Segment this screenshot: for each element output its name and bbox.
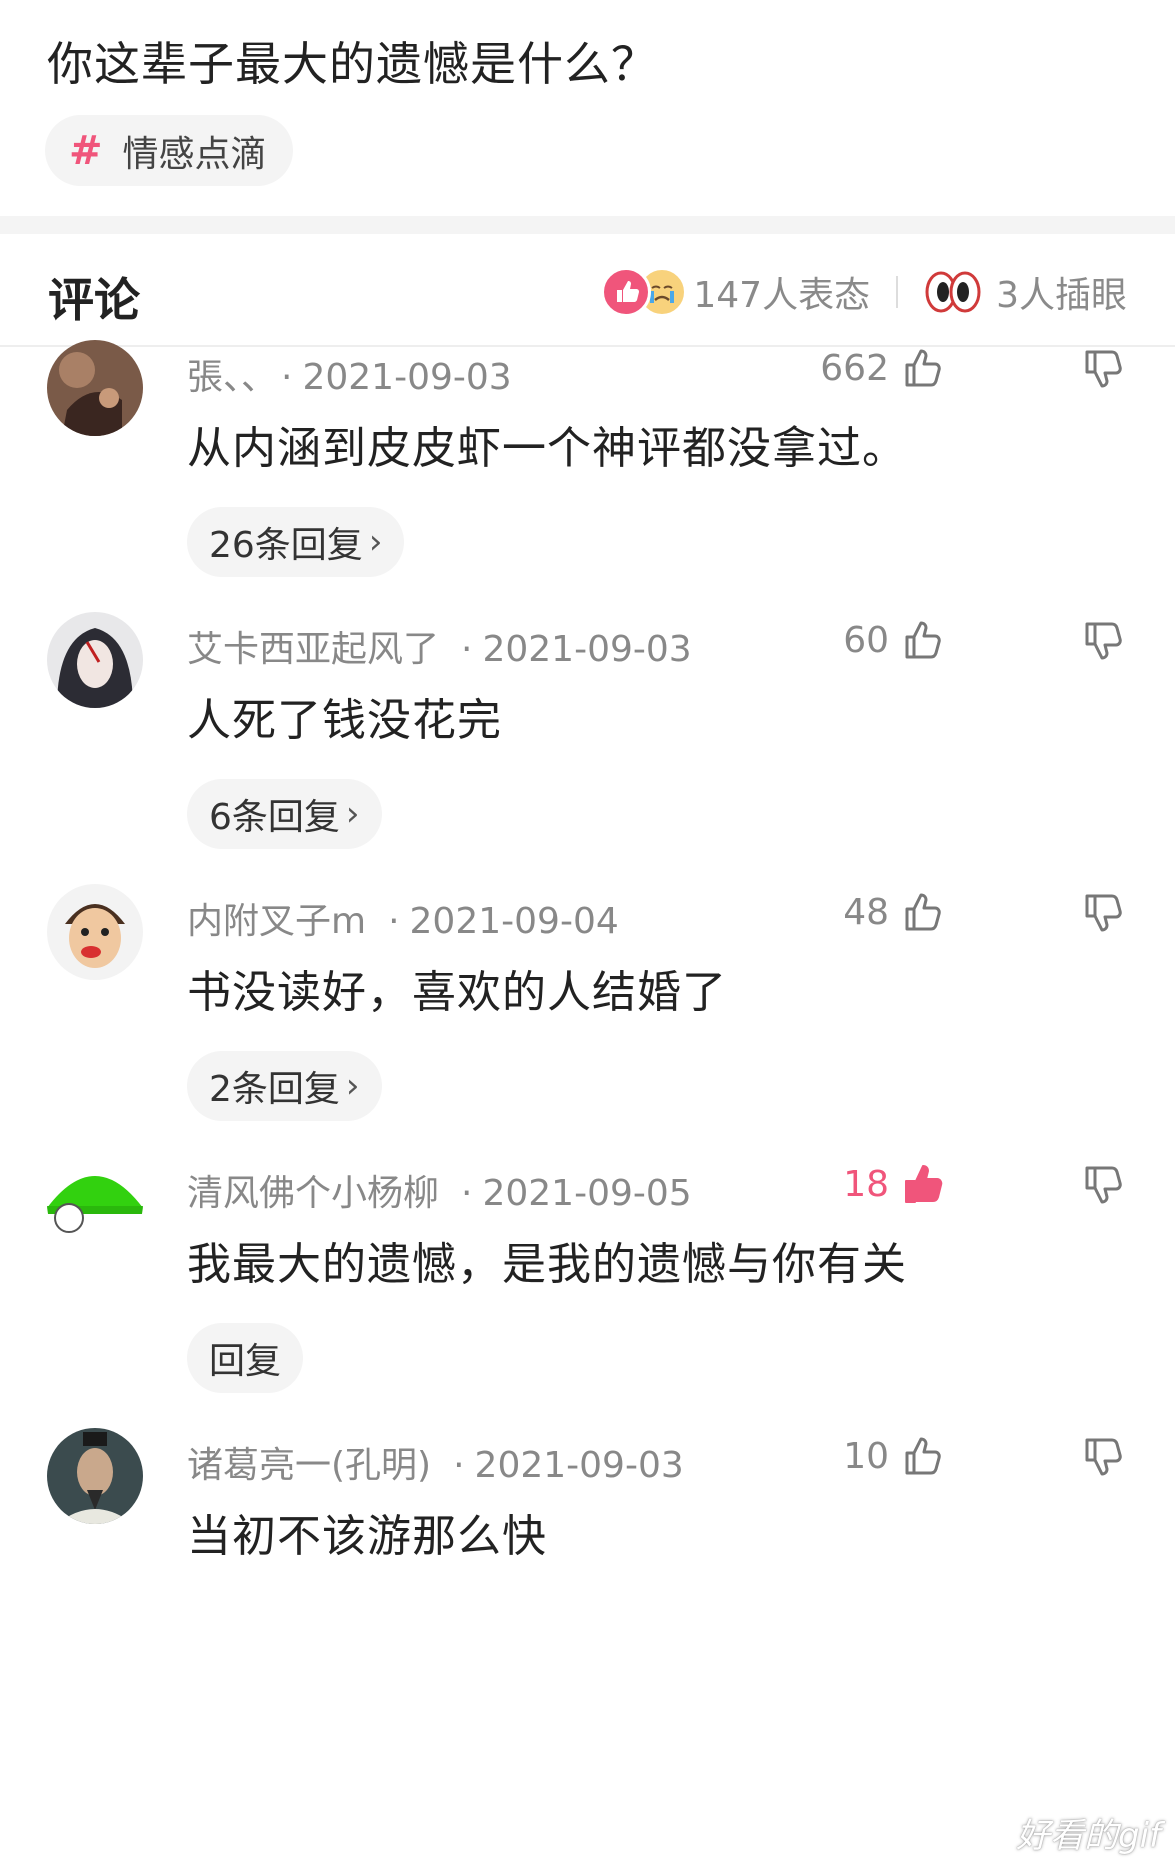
avatar[interactable] <box>47 1428 143 1524</box>
username[interactable]: 诸葛亮一(孔明) <box>187 1445 431 1486</box>
thumb-up-icon <box>905 349 941 387</box>
avatar[interactable] <box>47 612 143 708</box>
section-divider <box>0 216 1175 234</box>
chevron-right-icon: › <box>368 522 383 562</box>
thumb-up-icon <box>905 893 941 931</box>
thumb-up-icon <box>905 1437 941 1475</box>
replies-label: 6条回复 <box>209 797 340 838</box>
thumb-down-icon[interactable] <box>1081 1162 1127 1208</box>
username[interactable]: 内附叉子m <box>187 901 366 942</box>
avatar[interactable] <box>47 340 143 436</box>
replies-label: 2条回复 <box>209 1069 340 1110</box>
avatar[interactable] <box>47 1156 143 1252</box>
watermark: 好看的gif <box>1016 1816 1161 1856</box>
thumb-down-icon[interactable] <box>1081 618 1127 664</box>
comment-meta: 清风佛个小杨柳 · 2021-09-05 <box>187 1173 692 1214</box>
username[interactable]: 張、、 <box>187 357 259 398</box>
like-count: 48 <box>843 891 889 933</box>
avatar[interactable] <box>47 884 143 980</box>
poke-count: 3人插眼 <box>996 275 1127 316</box>
comment-date: 2021-09-04 <box>409 901 619 942</box>
like-count: 662 <box>820 347 889 389</box>
thumb-up-icon <box>905 621 941 659</box>
replies-button[interactable]: 6条回复 › <box>187 779 382 849</box>
replies-label: 26条回复 <box>209 525 363 566</box>
comment-text: 人死了钱没花完 <box>187 695 502 746</box>
like-count: 60 <box>843 619 889 661</box>
chevron-right-icon: › <box>345 794 360 834</box>
chevron-right-icon: › <box>345 1066 360 1106</box>
comments-header: 评论 147人表态 3人插眼 <box>0 234 1175 347</box>
comment-meta: 内附叉子m · 2021-09-04 <box>187 901 619 942</box>
like-button[interactable]: 662 <box>820 340 943 396</box>
like-button[interactable]: 48 <box>843 884 943 940</box>
reaction-summary[interactable]: 147人表态 3人插眼 <box>601 264 1127 320</box>
comments-title: 评论 <box>48 273 140 327</box>
comment-item: 诸葛亮一(孔明) · 2021-09-03 10 当初不该游那么快 <box>0 1428 1175 1748</box>
replies-label: 回复 <box>209 1341 282 1382</box>
replies-button[interactable]: 26条回复 › <box>187 507 405 577</box>
username[interactable]: 清风佛个小杨柳 <box>187 1173 439 1214</box>
comment-text: 从内涵到皮皮虾一个神评都没拿过。 <box>187 423 907 474</box>
thumb-down-icon[interactable] <box>1081 890 1127 936</box>
thumb-down-icon[interactable] <box>1081 1434 1127 1480</box>
replies-button[interactable]: 2条回复 › <box>187 1051 382 1121</box>
comment-date: 2021-09-03 <box>482 629 692 670</box>
reaction-count: 147人表态 <box>693 275 871 316</box>
header-separator <box>896 276 899 308</box>
comment-date: 2021-09-03 <box>474 1445 684 1486</box>
thumb-down-icon[interactable] <box>1081 346 1127 392</box>
comment-text: 我最大的遗憾，是我的遗憾与你有关 <box>187 1239 907 1290</box>
eyes-icon <box>924 270 982 314</box>
comment-text: 书没读好，喜欢的人结婚了 <box>187 967 727 1018</box>
thumb-up-filled-icon <box>905 1165 943 1203</box>
username[interactable]: 艾卡西亚起风了 <box>187 629 439 670</box>
like-reaction-icon <box>601 267 652 317</box>
comment-date: 2021-09-05 <box>482 1173 692 1214</box>
like-button[interactable]: 18 <box>843 1156 943 1212</box>
like-button[interactable]: 10 <box>843 1428 943 1484</box>
like-count: 18 <box>843 1163 889 1205</box>
comment-meta: 艾卡西亚起风了 · 2021-09-03 <box>187 629 692 670</box>
comment-date: 2021-09-03 <box>302 357 512 398</box>
hash-icon: # <box>69 127 103 174</box>
like-button[interactable]: 60 <box>843 612 943 668</box>
comment-meta: 诸葛亮一(孔明) · 2021-09-03 <box>187 1445 684 1486</box>
comment-meta: 張、、 · 2021-09-03 <box>187 357 512 398</box>
topic-tag[interactable]: # 情感点滴 <box>45 115 293 186</box>
topic-label: 情感点滴 <box>122 133 267 175</box>
like-count: 10 <box>843 1435 889 1477</box>
reply-button[interactable]: 回复 <box>187 1323 304 1393</box>
question-title: 你这辈子最大的遗憾是什么？ <box>47 37 658 91</box>
comment-text: 当初不该游那么快 <box>187 1511 547 1562</box>
